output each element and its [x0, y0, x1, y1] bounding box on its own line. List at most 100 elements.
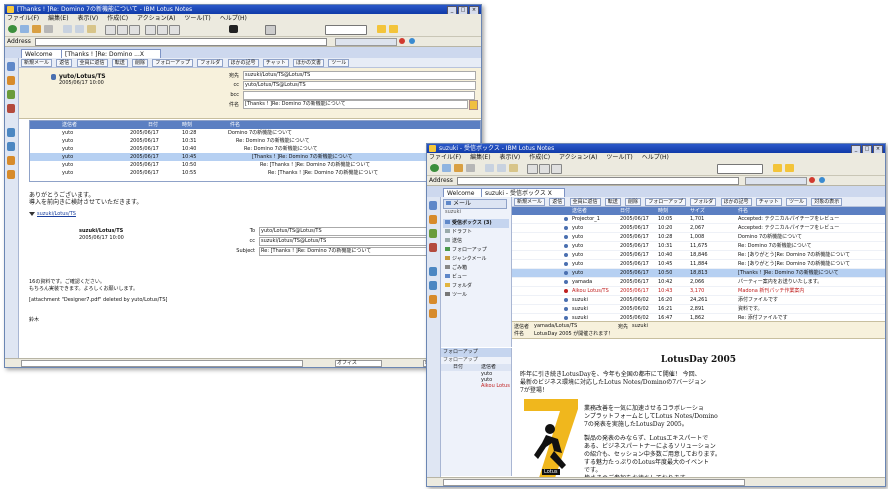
replication-bookmark-icon[interactable] [7, 128, 15, 137]
search-box[interactable] [325, 25, 367, 35]
favorites-bookmark-icon[interactable] [7, 170, 15, 179]
status-location-field[interactable]: オフィス [335, 360, 382, 367]
quoted-sender-link[interactable]: suzuki/Lotus/TS [37, 211, 76, 217]
action-chat[interactable]: チャット [262, 59, 289, 67]
followup-row[interactable]: Aikou Lotus [441, 383, 511, 389]
properties-icon[interactable] [265, 25, 276, 35]
thread-row[interactable]: yuto 2005/06/17 10:31 Re: Domino 7の新機能につ… [30, 137, 480, 145]
calendar-bookmark-icon[interactable] [7, 76, 15, 85]
action-other-marks[interactable]: ほかの記号 [720, 198, 752, 206]
bcc-field[interactable] [243, 91, 475, 100]
action-folder[interactable]: フォルダ [690, 198, 717, 206]
col-date[interactable]: 日付 [620, 207, 630, 215]
mail-bookmark-icon[interactable] [429, 201, 437, 210]
menu-create[interactable]: 作成(C) [107, 15, 128, 22]
favorites-bookmark-icon[interactable] [429, 309, 437, 318]
replicator-icon[interactable] [785, 164, 794, 172]
contacts-bookmark-icon[interactable] [7, 90, 15, 99]
action-reply-all[interactable]: 全員に返信 [76, 59, 108, 67]
menu-file[interactable]: ファイル(F) [7, 15, 39, 22]
action-follow-up[interactable]: フォローアップ [152, 59, 194, 67]
back-icon[interactable] [8, 25, 17, 33]
inbox-row[interactable]: Aikou Lotus/TS 2005/06/17 10:43 3,170 Madona… [512, 287, 885, 296]
to-field[interactable]: suzuki/Lotus/TS@Lotus/TS [243, 71, 476, 80]
col-subject[interactable]: 件名 [738, 207, 748, 215]
nav-item-followup[interactable]: フォローアップ [443, 246, 509, 255]
nav-item-inbox[interactable]: 受信ボックス (3) [443, 219, 509, 228]
indent-icon[interactable] [169, 25, 180, 35]
close-button[interactable]: × [873, 145, 883, 153]
nav-item-folders[interactable]: フォルダ [443, 282, 509, 291]
address-input[interactable] [457, 177, 739, 185]
cut-icon[interactable] [63, 25, 72, 33]
thread-row[interactable]: yuto 2005/06/17 10:28 Domino 7の新機能について [30, 129, 480, 137]
inbox-row[interactable]: yuto 2005/06/17 10:28 1,008 Domino 7の新機能について [512, 233, 885, 242]
inbox-row[interactable]: yuto 2005/06/17 10:50 18,813 [Thanks ! ]Re: … [512, 269, 885, 278]
todo-bookmark-icon[interactable] [429, 243, 437, 252]
inbox-row[interactable]: yuto 2005/06/17 10:31 11,675 Re: Domino 7の新機… [512, 242, 885, 251]
thread-row[interactable]: yuto 2005/06/17 10:40 Re: Domino 7の新機能につ… [30, 145, 480, 153]
menu-help[interactable]: ヘルプ(H) [220, 15, 247, 22]
window-titlebar[interactable]: suzuki - 受信ボックス - IBM Lotus Notes _ □ × [427, 144, 885, 153]
menu-edit[interactable]: 編集(E) [470, 154, 490, 161]
collapse-arrow-icon[interactable] [29, 212, 35, 216]
maximize-button[interactable]: □ [862, 145, 872, 153]
numbering-icon[interactable] [157, 25, 168, 35]
col-time[interactable]: 時刻 [182, 121, 192, 129]
databases-bookmark-icon[interactable] [429, 281, 437, 290]
go-icon[interactable] [409, 38, 415, 44]
close-button[interactable]: × [469, 6, 479, 14]
window-titlebar[interactable]: [Thanks ! ]Re: Domino 7の新機能について - IBM Lo… [5, 5, 481, 14]
action-show-target[interactable]: 対象の表示 [811, 198, 843, 206]
col-time[interactable]: 時刻 [658, 207, 668, 215]
bold-icon[interactable] [105, 25, 116, 35]
underline-icon[interactable] [551, 164, 562, 174]
subject-field[interactable]: [Thanks ! ]Re: Domino 7の新機能について [243, 100, 468, 109]
action-reply[interactable]: 返信 [56, 59, 73, 67]
action-reply[interactable]: 返信 [549, 198, 566, 206]
action-new-mail[interactable]: 新規メール [21, 59, 53, 67]
nav-item-trash[interactable]: ごみ箱 [443, 264, 509, 273]
new-icon[interactable] [442, 164, 451, 172]
sametime-bookmark-icon[interactable] [429, 295, 437, 304]
cc-field[interactable]: yuto/Lotus/TS@Lotus/TS [243, 81, 476, 90]
inbox-row[interactable]: yuto 2005/06/17 10:40 18,846 Re: [ありがとう]Re: … [512, 251, 885, 260]
thread-row[interactable]: yuto 2005/06/17 10:50 Re: [Thanks ! ]Re:… [30, 161, 480, 169]
col-date[interactable]: 日付 [148, 121, 158, 129]
print-icon[interactable] [44, 25, 53, 33]
menu-tools[interactable]: ツール(T) [606, 154, 632, 161]
action-delete[interactable]: 削除 [625, 198, 642, 206]
action-other-marks[interactable]: ほかの記号 [227, 59, 259, 67]
copy-icon[interactable] [497, 164, 506, 172]
paste-icon[interactable] [87, 25, 96, 33]
mail-bookmark-icon[interactable] [7, 62, 15, 71]
col-subject[interactable]: 件名 [230, 121, 240, 129]
menu-help[interactable]: ヘルプ(H) [642, 154, 669, 161]
todo-bookmark-icon[interactable] [7, 104, 15, 113]
action-other-docs[interactable]: ほかの文書 [292, 59, 324, 67]
refresh-icon[interactable] [32, 25, 41, 33]
find-icon[interactable] [229, 25, 238, 33]
action-tools[interactable]: ツール [328, 59, 350, 67]
menu-actions[interactable]: アクション(A) [559, 154, 598, 161]
calendar-bookmark-icon[interactable] [429, 215, 437, 224]
italic-icon[interactable] [539, 164, 550, 174]
action-forward[interactable]: 転送 [604, 198, 621, 206]
action-chat[interactable]: チャット [755, 198, 782, 206]
underline-icon[interactable] [129, 25, 140, 35]
col-sender[interactable]: 送信者 [62, 121, 77, 129]
action-folder[interactable]: フォルダ [197, 59, 224, 67]
stop-icon[interactable] [809, 177, 815, 183]
nav-item-tools[interactable]: ツール [443, 291, 509, 300]
menu-create[interactable]: 作成(C) [529, 154, 550, 161]
menu-tools[interactable]: ツール(T) [184, 15, 210, 22]
home-icon[interactable] [773, 164, 782, 172]
col-sender[interactable]: 送信者 [572, 207, 587, 215]
nav-item-junk[interactable]: ジャンクメール [443, 255, 509, 264]
col-size[interactable]: サイズ [690, 207, 705, 215]
nav-arrows[interactable] [335, 38, 397, 46]
search-box[interactable] [717, 164, 763, 174]
menu-actions[interactable]: アクション(A) [137, 15, 176, 22]
sametime-bookmark-icon[interactable] [7, 156, 15, 165]
nav-item-views[interactable]: ビュー [443, 273, 509, 282]
